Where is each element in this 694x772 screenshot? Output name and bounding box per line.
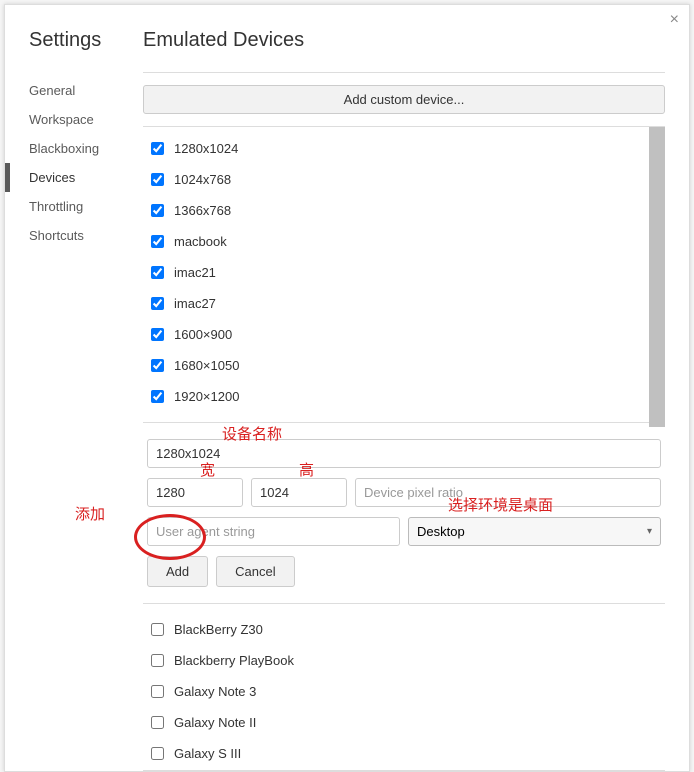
device-edit-panel: Desktop ▾ Add Cancel [143, 422, 665, 604]
device-row[interactable]: 1680×1050 [147, 350, 661, 381]
device-label: 1280x1024 [174, 141, 238, 156]
sidebar-item-devices[interactable]: Devices [29, 163, 125, 192]
environment-select[interactable]: Desktop ▾ [408, 517, 661, 546]
sidebar-item-shortcuts[interactable]: Shortcuts [29, 221, 125, 250]
device-label: Blackberry PlayBook [174, 653, 294, 668]
device-label: macbook [174, 234, 227, 249]
device-row[interactable]: imac21 [147, 257, 661, 288]
device-pixel-ratio-input[interactable] [355, 478, 661, 507]
device-row[interactable]: imac27 [147, 288, 661, 319]
device-checkbox[interactable] [151, 390, 164, 403]
device-checkbox[interactable] [151, 297, 164, 310]
scrollbar[interactable] [649, 127, 665, 427]
device-checkbox[interactable] [151, 359, 164, 372]
device-label: Galaxy S III [174, 746, 241, 761]
chevron-down-icon: ▾ [647, 526, 652, 537]
device-row[interactable]: Galaxy Note II [147, 707, 661, 738]
user-agent-input[interactable] [147, 517, 400, 546]
device-checkbox[interactable] [151, 328, 164, 341]
device-row[interactable]: BlackBerry Z30 [147, 614, 661, 645]
scrollbar-thumb[interactable] [649, 127, 665, 427]
device-checkbox[interactable] [151, 173, 164, 186]
device-checkbox[interactable] [151, 623, 164, 636]
device-checkbox[interactable] [151, 204, 164, 217]
device-row[interactable]: 1280x1024 [147, 133, 661, 164]
device-width-input[interactable] [147, 478, 243, 507]
sidebar-item-throttling[interactable]: Throttling [29, 192, 125, 221]
main-panel: Emulated Devices Add custom device... 12… [125, 5, 689, 771]
device-label: BlackBerry Z30 [174, 622, 263, 637]
device-name-input[interactable] [147, 439, 661, 468]
device-label: 1920×1200 [174, 389, 239, 404]
device-row[interactable]: Kindle Fire HDX [147, 769, 661, 771]
device-label: Galaxy Note II [174, 715, 256, 730]
add-custom-device-button[interactable]: Add custom device... [143, 85, 665, 114]
device-checkbox[interactable] [151, 266, 164, 279]
divider [143, 72, 665, 73]
device-row[interactable]: Blackberry PlayBook [147, 645, 661, 676]
device-checkbox[interactable] [151, 142, 164, 155]
device-label: 1366x768 [174, 203, 231, 218]
device-label: Galaxy Note 3 [174, 684, 256, 699]
device-checkbox[interactable] [151, 747, 164, 760]
cancel-button[interactable]: Cancel [216, 556, 294, 587]
main-title: Emulated Devices [143, 29, 665, 52]
settings-modal: × Settings GeneralWorkspaceBlackboxingDe… [4, 4, 690, 772]
device-row[interactable]: Galaxy Note 3 [147, 676, 661, 707]
device-checkbox[interactable] [151, 235, 164, 248]
sidebar-item-general[interactable]: General [29, 76, 125, 105]
device-scroll-container: 1280x1024 1024x768 1366x768 macbook imac21 im… [143, 126, 665, 771]
device-checkbox[interactable] [151, 654, 164, 667]
device-height-input[interactable] [251, 478, 347, 507]
device-label: 1024x768 [174, 172, 231, 187]
add-button[interactable]: Add [147, 556, 208, 587]
device-label: imac27 [174, 296, 216, 311]
device-row[interactable]: 1600×900 [147, 319, 661, 350]
device-label: 1680×1050 [174, 358, 239, 373]
device-row[interactable]: 1024x768 [147, 164, 661, 195]
device-checkbox[interactable] [151, 685, 164, 698]
device-label: imac21 [174, 265, 216, 280]
close-icon[interactable]: × [670, 11, 679, 29]
sidebar-item-blackboxing[interactable]: Blackboxing [29, 134, 125, 163]
device-row[interactable]: Galaxy S III [147, 738, 661, 769]
device-checkbox[interactable] [151, 716, 164, 729]
device-row[interactable]: macbook [147, 226, 661, 257]
device-label: 1600×900 [174, 327, 232, 342]
settings-sidebar: Settings GeneralWorkspaceBlackboxingDevi… [5, 5, 125, 771]
device-row[interactable]: 1366x768 [147, 195, 661, 226]
device-row[interactable]: 1920×1200 [147, 381, 661, 412]
sidebar-item-workspace[interactable]: Workspace [29, 105, 125, 134]
sidebar-title: Settings [29, 29, 125, 52]
environment-select-label: Desktop [417, 524, 465, 539]
